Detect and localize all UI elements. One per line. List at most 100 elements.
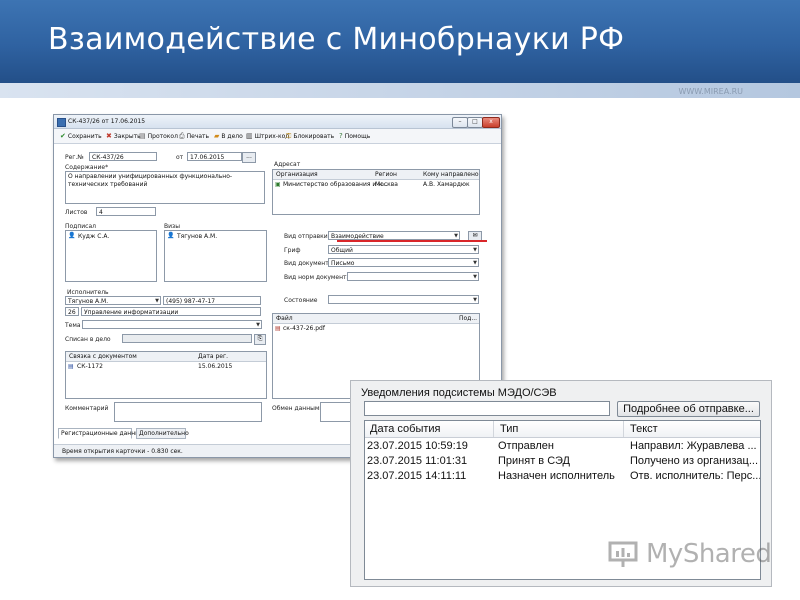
dept-code-field[interactable]: 26 (65, 307, 79, 316)
signed-label: Подписал (65, 223, 96, 230)
stamp-label: Гриф (284, 247, 301, 254)
comment-label: Комментарий (65, 405, 109, 412)
document-icon: ▤ (68, 363, 74, 370)
addressee-org: Министерство образования и н... (283, 181, 388, 188)
executor-select[interactable]: Тягунов А.М. ▼ (65, 296, 161, 305)
help-button[interactable]: ? Помощь (339, 132, 370, 140)
files-col-signed: Под... (459, 315, 478, 322)
addressee-col-to: Кому направлено (423, 171, 479, 178)
sheets-field[interactable]: 4 (96, 207, 156, 216)
slide-header: Взаимодействие с Минобрнауки РФ (0, 0, 800, 83)
date-picker-button[interactable]: ... (242, 152, 256, 163)
comment-field[interactable] (114, 402, 262, 422)
app-icon (57, 118, 66, 127)
executor-phone-field[interactable]: (495) 987-47-17 (163, 296, 261, 305)
topic-select[interactable]: ▼ (82, 320, 262, 329)
event-type: Отправлен (498, 440, 554, 452)
reg-no-label: Рег.№ (65, 154, 84, 161)
chevron-down-icon: ▼ (473, 297, 477, 303)
document-icon: ▤ (139, 132, 146, 140)
linked-doc-number: СК-1172 (77, 363, 103, 370)
toolbar: ✔ Сохранить ✖ Закрыть ▤ Протокол ⎙ Печать ▰ В… (54, 129, 501, 144)
block-button[interactable]: ⚿ Блокировать (286, 132, 334, 141)
doc-type-select[interactable]: Письмо ▼ (328, 258, 479, 267)
highlight-underline (337, 240, 487, 242)
organization-icon: ▣ (275, 181, 281, 188)
event-text: Отв. исполнитель: Перс... (630, 470, 760, 482)
stamp-select[interactable]: Общий ▼ (328, 245, 479, 254)
close-window-button[interactable]: x (482, 117, 500, 128)
window-title: СК-437/26 от 17.06.2015 (68, 118, 146, 125)
close-button[interactable]: ✖ Закрыть (106, 132, 141, 140)
notifications-search-input[interactable] (364, 401, 610, 416)
slide-title: Взаимодействие с Минобрнауки РФ (48, 22, 625, 57)
barcode-icon: ▥ (246, 132, 253, 140)
date-label: от (176, 154, 184, 161)
doc-type-label: Вид документа (284, 260, 333, 267)
norm-doc-type-label: Вид норм документа (284, 274, 351, 281)
printer-icon: ⎙ (179, 132, 185, 140)
event-date: 23.07.2015 14:11:11 (367, 470, 467, 482)
window-titlebar: СК-437/26 от 17.06.2015 – □ x (54, 115, 501, 129)
person-icon: 👤 (167, 232, 175, 239)
maximize-button[interactable]: □ (467, 117, 483, 128)
executor-label: Исполнитель (67, 289, 109, 296)
table-row[interactable]: 23.07.2015 10:59:19 Отправлен Направил: … (365, 439, 760, 454)
visas-label: Визы (164, 223, 180, 230)
addressee-grid[interactable]: Организация Регион Кому направлено ▣ Мин… (272, 169, 480, 215)
barcode-button[interactable]: ▥ Штрих-код (246, 132, 289, 140)
linked-docs-grid[interactable]: Связка с документом Дата рег. ▤ СК-1172 … (65, 351, 267, 399)
dept-field[interactable]: Управление информатизации (81, 307, 261, 316)
addressee-col-org: Организация (276, 171, 318, 178)
lock-icon: ⚿ (286, 132, 292, 140)
signed-list[interactable]: 👤 Кудж С.А. (65, 230, 157, 282)
send-type-select[interactable]: Взаимодействие ▼ (328, 231, 460, 240)
norm-doc-type-select[interactable]: ▼ (347, 272, 479, 281)
protocol-button[interactable]: ▤ Протокол (139, 132, 178, 140)
help-icon: ? (339, 132, 343, 140)
written-off-button[interactable]: ⎘ (254, 334, 266, 345)
state-select[interactable]: ▼ (328, 295, 479, 304)
chevron-down-icon: ▼ (473, 247, 477, 253)
column-divider (493, 421, 494, 437)
visas-value: Тягунов А.М. (177, 233, 218, 240)
date-field[interactable]: 17.06.2015 (187, 152, 242, 161)
to-case-button[interactable]: ▰ В дело (214, 132, 243, 140)
reg-no-field[interactable]: СК-437/26 (89, 152, 157, 161)
checkmark-icon: ✔ (60, 132, 66, 140)
content-label: Содержание* (65, 164, 109, 171)
folder-icon: ▰ (214, 132, 220, 140)
addressee-col-region: Регион (375, 171, 397, 178)
save-button[interactable]: ✔ Сохранить (60, 132, 102, 140)
file-name: ск-437-26.pdf (283, 325, 325, 332)
pdf-file-icon: ▤ (275, 325, 281, 332)
col-type[interactable]: Тип (500, 423, 518, 435)
minimize-button[interactable]: – (452, 117, 468, 128)
state-label: Состояние (284, 297, 318, 304)
print-button[interactable]: ⎙ Печать (179, 132, 209, 141)
linked-docs-col-date: Дата рег. (198, 353, 229, 360)
event-date: 23.07.2015 10:59:19 (367, 440, 468, 452)
site-url: WWW.MIREA.RU (678, 87, 743, 96)
details-button[interactable]: Подробнее об отправке... (617, 401, 760, 417)
content-field[interactable]: О направлении унифицированных функционал… (65, 171, 265, 204)
addressee-to: А.В. Хамардюк (423, 181, 470, 188)
chevron-down-icon: ▼ (256, 322, 260, 328)
table-row[interactable]: 23.07.2015 11:01:31 Принят в СЭД Получен… (365, 454, 760, 469)
linked-doc-date: 15.06.2015 (198, 363, 233, 370)
visas-list[interactable]: 👤 Тягунов А.М. (164, 230, 267, 282)
topic-label: Тема (65, 322, 81, 329)
chevron-down-icon: ▼ (155, 298, 159, 304)
chevron-down-icon: ▼ (473, 274, 477, 280)
event-type: Принят в СЭД (498, 455, 571, 467)
col-event-date[interactable]: Дата события (370, 423, 441, 435)
tab-registration[interactable]: Регистрационные данные (58, 428, 144, 439)
event-text: Направил: Журавлева ... (630, 440, 757, 452)
table-row[interactable]: 23.07.2015 14:11:11 Назначен исполнитель… (365, 469, 760, 484)
tab-additional[interactable]: Дополнительно (136, 428, 189, 439)
event-date: 23.07.2015 11:01:31 (367, 455, 468, 467)
event-text: Получено из организац... (630, 455, 759, 467)
column-divider (623, 421, 624, 437)
event-type: Назначен исполнитель (498, 470, 615, 482)
col-text[interactable]: Текст (630, 423, 658, 435)
